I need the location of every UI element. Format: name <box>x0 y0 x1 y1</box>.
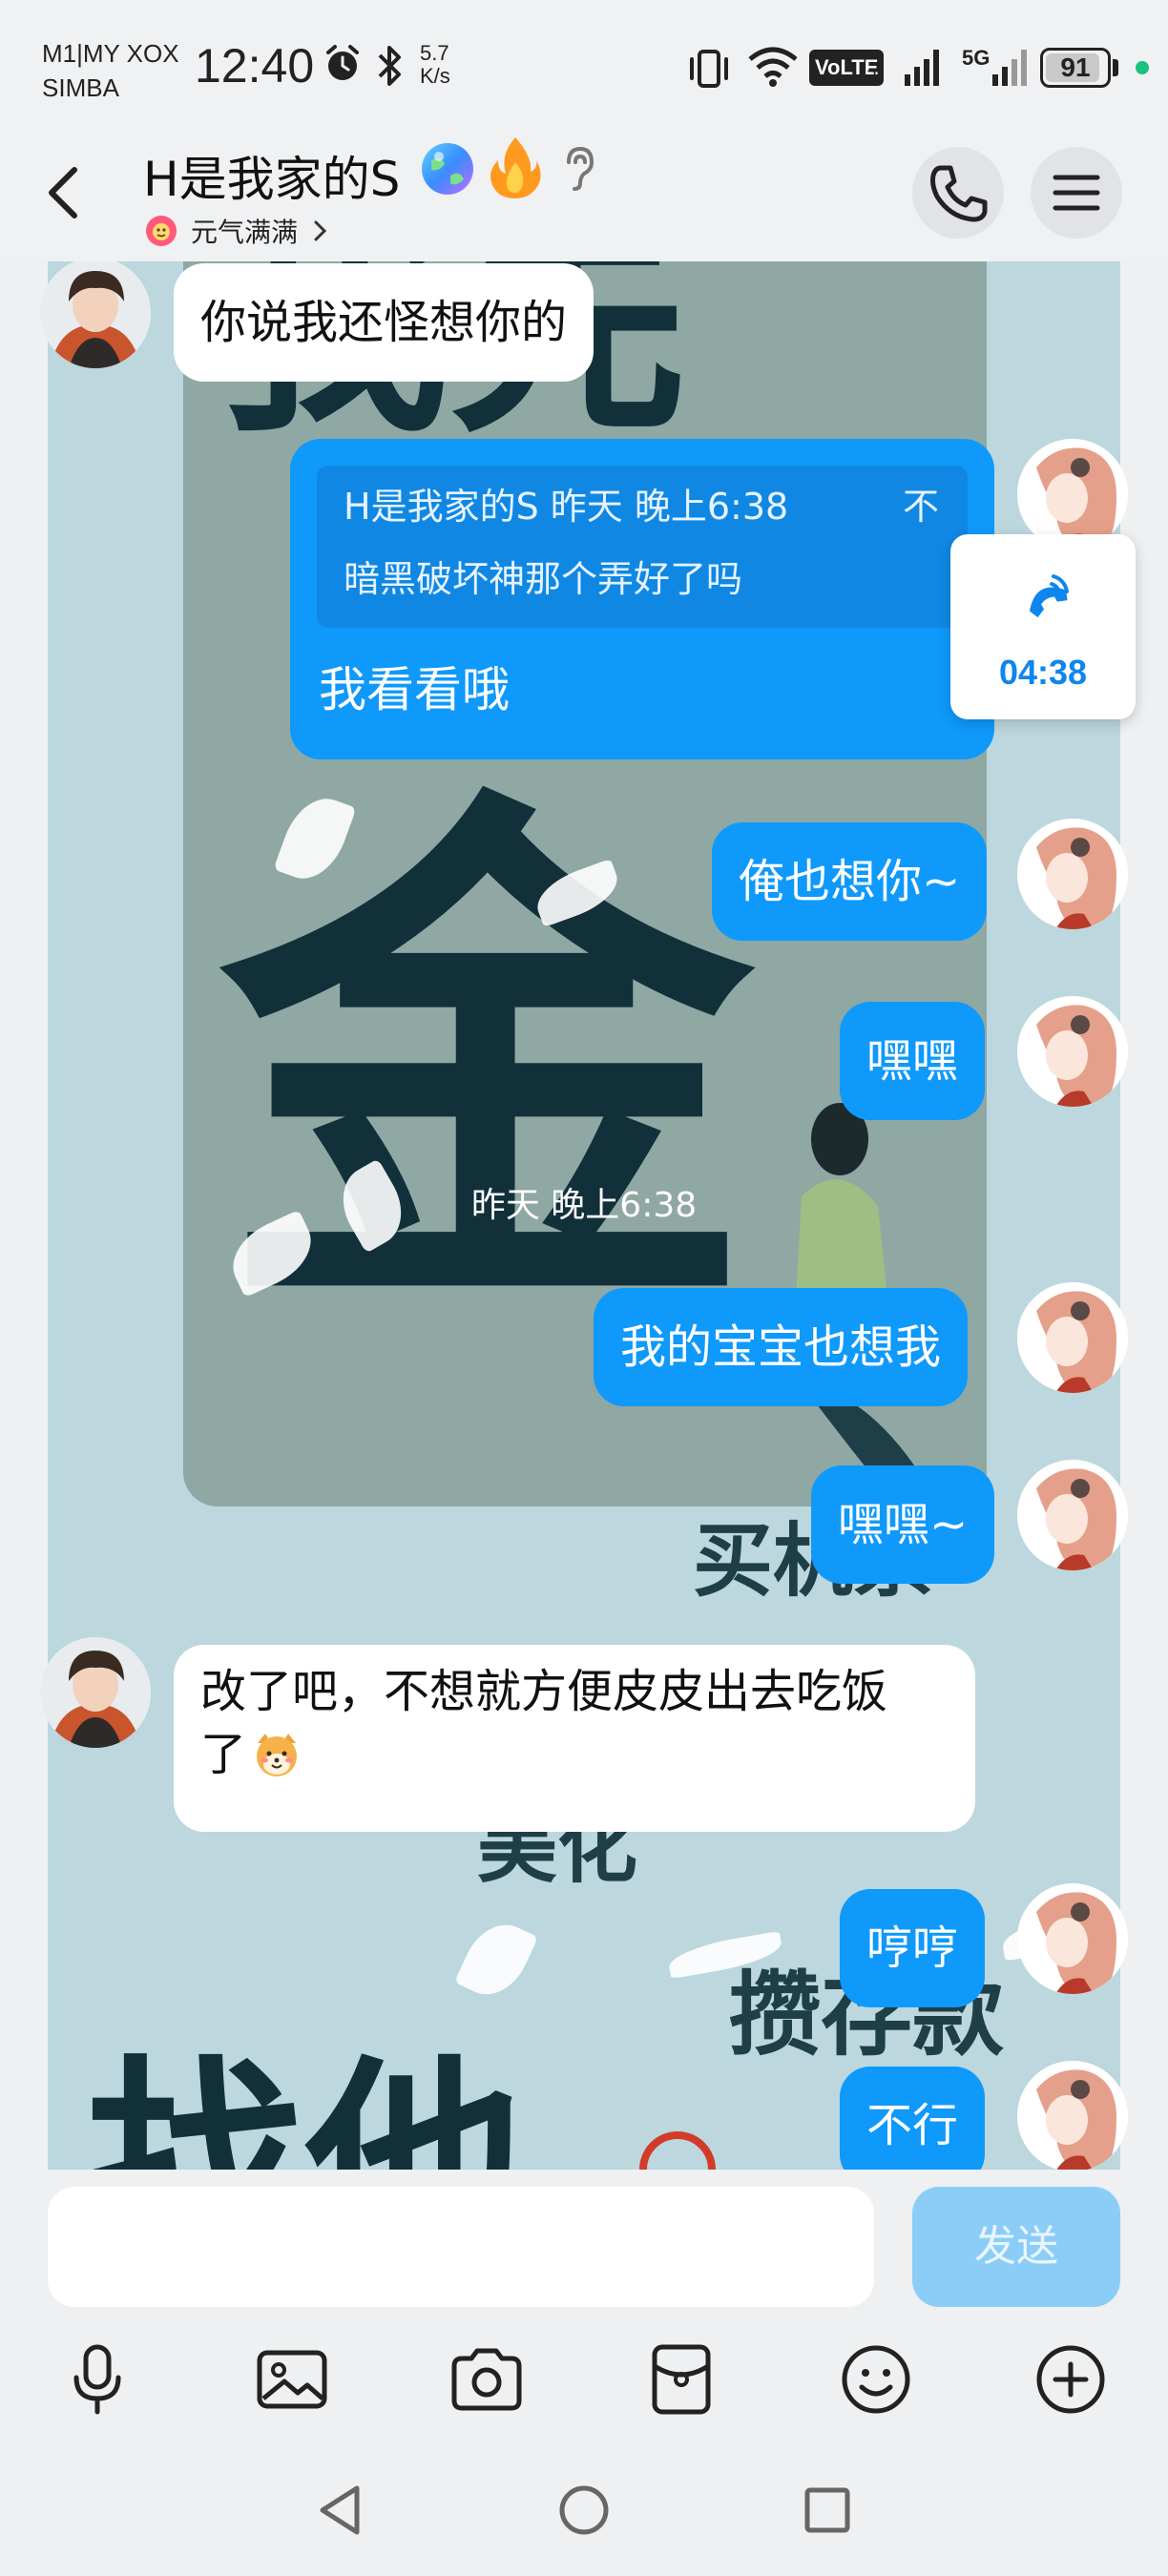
voice-call-button[interactable] <box>912 147 1004 239</box>
vibrate-icon <box>690 50 728 88</box>
message-bubble-outgoing-with-quote[interactable]: H是我家的S 昨天 晚上6:38 不 暗黑破坏神那个弄好了吗 我看看哦 <box>290 439 994 759</box>
ear-icon[interactable] <box>561 145 599 193</box>
plus-icon[interactable] <box>1032 2341 1109 2418</box>
wifi-icon <box>748 47 798 87</box>
home-circle-icon[interactable] <box>551 2477 617 2544</box>
recents-square-icon[interactable] <box>794 2477 861 2544</box>
message-input-bar: 发送 <box>0 2170 1168 2307</box>
message-bubble-incoming[interactable]: 改了吧，不想就方便皮皮出去吃饭 了 <box>174 1645 975 1832</box>
menu-icon <box>1053 175 1100 211</box>
my-avatar-image <box>1017 819 1128 929</box>
quoted-sender-time: H是我家的S 昨天 晚上6:38 <box>344 486 789 528</box>
quoted-text: 暗黑破坏神那个弄好了吗 <box>344 558 743 600</box>
message-bubble-outgoing[interactable]: 嘿嘿~ <box>811 1465 995 1584</box>
chat-timestamp: 昨天 晚上6:38 <box>470 1186 698 1225</box>
my-avatar-image <box>1017 1460 1128 1570</box>
fire-icon[interactable] <box>487 135 544 200</box>
wallpaper-seal <box>639 2131 716 2170</box>
my-avatar-image <box>1017 1883 1128 1994</box>
signal-icon-sim2 <box>992 50 1027 86</box>
system-navigation-bar <box>0 2444 1168 2576</box>
back-icon[interactable] <box>34 155 92 231</box>
mood-status[interactable]: 元气满满 <box>145 212 330 250</box>
bluetooth-icon <box>378 46 401 86</box>
image-icon[interactable] <box>254 2341 330 2418</box>
my-avatar-image <box>1017 996 1128 1107</box>
send-button[interactable]: 发送 <box>912 2187 1120 2307</box>
carrier-label: M1|MY XOX SIMBA <box>42 36 179 105</box>
my-avatar-image <box>1017 439 1128 550</box>
message-line: 了 <box>200 1723 949 1786</box>
shiba-emoji-icon <box>257 1734 298 1776</box>
mood-text: 元气满满 <box>191 217 299 248</box>
notification-dot <box>1136 61 1149 74</box>
chat-header: H是我家的S 元气满满 <box>0 134 1168 261</box>
ongoing-call-widget[interactable]: 04:38 <box>950 534 1136 719</box>
battery-tip <box>1113 59 1118 76</box>
message-bubble-outgoing[interactable]: 我的宝宝也想我 <box>594 1288 969 1406</box>
camera-icon[interactable] <box>448 2341 525 2418</box>
signal-icon-sim1 <box>905 50 939 86</box>
contact-name[interactable]: H是我家的S <box>143 141 400 210</box>
contact-avatar-image <box>40 1637 151 1748</box>
chevron-right-icon <box>314 220 327 241</box>
my-avatar[interactable] <box>1017 1282 1128 1393</box>
my-avatar[interactable] <box>1017 1883 1128 1994</box>
microphone-icon[interactable] <box>59 2341 136 2418</box>
message-bubble-outgoing[interactable]: 俺也想你~ <box>712 822 988 941</box>
wallpaper-petal <box>453 1913 539 2006</box>
back-triangle-icon[interactable] <box>307 2477 374 2544</box>
net-speed: 5.7 K/s <box>420 41 450 88</box>
my-avatar[interactable] <box>1017 2061 1128 2170</box>
battery-level: 91 <box>1060 52 1091 82</box>
reply-text: 我看看哦 <box>319 662 510 717</box>
status-clock: 12:40 <box>195 39 315 93</box>
my-avatar-image <box>1017 2061 1128 2170</box>
carrier-line-1: M1|MY XOX <box>42 39 179 68</box>
phone-icon <box>1029 574 1069 618</box>
volte-sim-number: 2 <box>866 67 878 87</box>
battery-icon: 91 <box>1040 48 1111 88</box>
message-input[interactable] <box>48 2187 874 2307</box>
contact-avatar[interactable] <box>40 1637 151 1748</box>
mood-icon <box>146 216 177 246</box>
wallpaper-figure <box>792 1103 926 1483</box>
message-line: 改了吧，不想就方便皮皮出去吃饭 <box>200 1665 888 1718</box>
quoted-message[interactable]: H是我家的S 昨天 晚上6:38 不 暗黑破坏神那个弄好了吗 <box>317 466 968 628</box>
menu-button[interactable] <box>1031 147 1122 239</box>
my-avatar[interactable] <box>1017 996 1128 1107</box>
message-bubble-outgoing[interactable]: 不行 <box>840 2067 986 2170</box>
emoji-icon[interactable] <box>838 2341 914 2418</box>
status-bar: M1|MY XOX SIMBA 12:40 5.7 K/s VoLTE 2 5G <box>0 0 1168 134</box>
chat-toolbar <box>0 2307 1168 2444</box>
message-bubble-outgoing[interactable]: 哼哼 <box>840 1889 986 2007</box>
carrier-line-2: SIMBA <box>42 73 119 102</box>
message-bubble-incoming[interactable]: 你说我还怪想你的 <box>174 263 594 382</box>
wallpaper-text-big: 找他 <box>86 2036 526 2170</box>
chat-area[interactable]: 我先 金 买机票 美化 攒存款 找他 你说我还怪想你的 <box>0 261 1168 2170</box>
red-packet-icon[interactable] <box>643 2341 720 2418</box>
my-avatar[interactable] <box>1017 1460 1128 1570</box>
phone-icon <box>930 165 988 222</box>
my-avatar-image <box>1017 1282 1128 1393</box>
call-duration: 04:38 <box>998 653 1088 692</box>
my-avatar[interactable] <box>1017 819 1128 929</box>
contact-avatar-image <box>40 261 151 368</box>
my-avatar[interactable] <box>1017 439 1128 550</box>
quote-close-label[interactable]: 不 <box>903 483 939 530</box>
contact-avatar[interactable] <box>40 261 151 368</box>
message-bubble-outgoing[interactable]: 嘿嘿 <box>840 1002 986 1120</box>
globe-icon[interactable] <box>420 141 475 197</box>
alarm-icon <box>326 45 359 80</box>
